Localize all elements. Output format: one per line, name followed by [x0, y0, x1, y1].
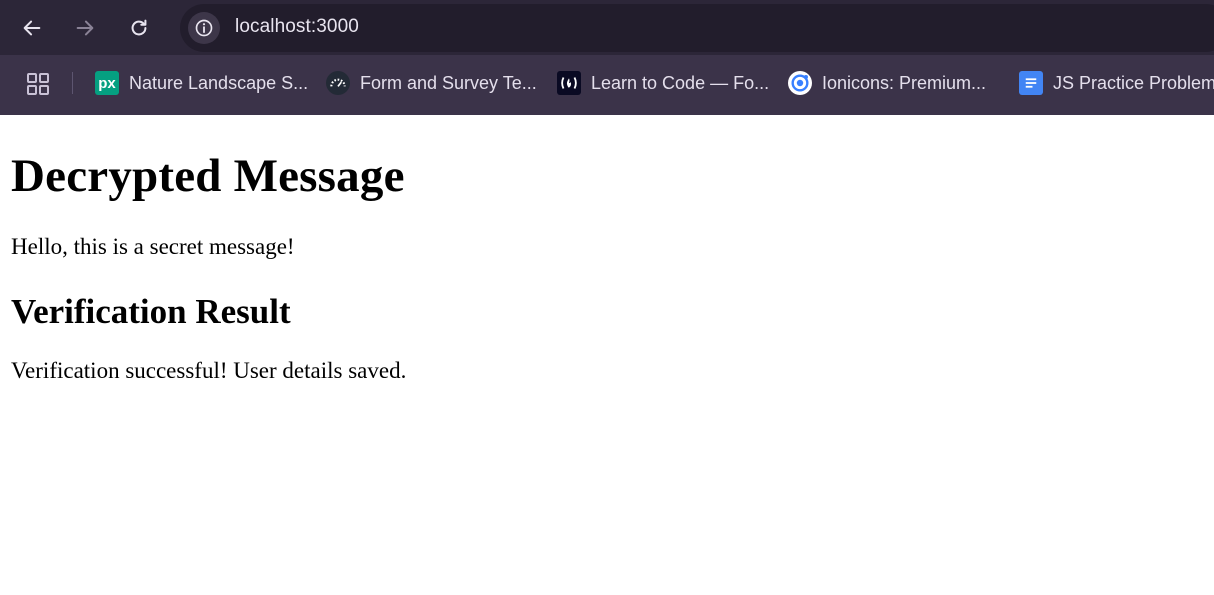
- site-info-button[interactable]: [188, 12, 220, 44]
- arrow-left-icon: [23, 20, 41, 36]
- bookmark-label: Form and Survey Te...: [360, 72, 537, 93]
- decrypted-message: Hello, this is a secret message!: [11, 234, 295, 259]
- freecodecamp-icon: [557, 71, 581, 95]
- apps-grid-icon[interactable]: [26, 72, 50, 96]
- browser-chrome: localhost:3000 px Nature Landscape S...: [0, 0, 1214, 115]
- browser-toolbar: localhost:3000: [0, 0, 1214, 55]
- url-text[interactable]: localhost:3000: [235, 16, 359, 38]
- page-title: Decrypted Message: [11, 150, 405, 202]
- bookmark-form-survey[interactable]: Form and Survey Te...: [326, 70, 537, 96]
- docs-icon: [1019, 71, 1043, 95]
- bookmark-nature-landscape[interactable]: px Nature Landscape S...: [95, 70, 308, 96]
- bookmark-js-practice[interactable]: JS Practice Problem...: [1019, 70, 1214, 96]
- info-icon: [195, 19, 213, 37]
- reload-icon: [131, 19, 147, 36]
- page-content: Decrypted Message Hello, this is a secre…: [0, 115, 1214, 383]
- bookmark-label: JS Practice Problem...: [1053, 72, 1214, 93]
- speedometer-icon: [326, 71, 350, 95]
- bookmarks-divider: [72, 72, 73, 94]
- back-button[interactable]: [14, 10, 50, 46]
- bookmark-ionicons[interactable]: Ionicons: Premium...: [788, 70, 986, 96]
- ionicons-icon: [788, 71, 812, 95]
- pexels-icon: px: [95, 71, 119, 95]
- bookmark-label: Learn to Code — Fo...: [591, 72, 770, 93]
- address-bar[interactable]: localhost:3000: [180, 4, 1214, 52]
- reload-button[interactable]: [121, 10, 157, 46]
- arrow-right-icon: [76, 20, 94, 36]
- bookmarks-bar: px Nature Landscape S... Form and Survey…: [0, 55, 1214, 115]
- bookmark-learn-to-code[interactable]: Learn to Code — Fo...: [557, 70, 769, 96]
- verification-text: Verification successful! User details sa…: [11, 358, 407, 383]
- verification-heading: Verification Result: [11, 292, 291, 331]
- bookmark-label: Nature Landscape S...: [129, 72, 309, 93]
- bookmark-label: Ionicons: Premium...: [822, 72, 987, 93]
- forward-button[interactable]: [67, 10, 103, 46]
